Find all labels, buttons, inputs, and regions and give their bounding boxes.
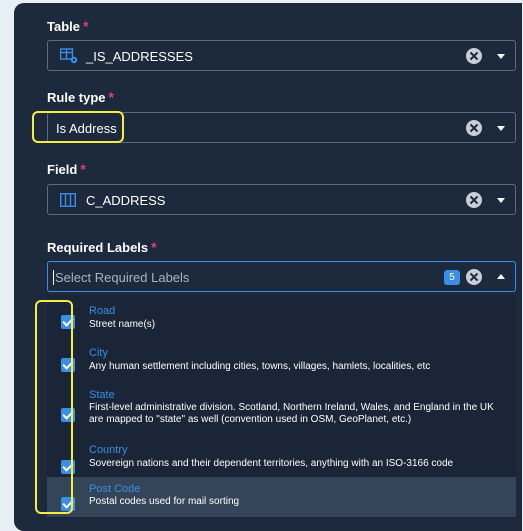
list-item[interactable]: Country Sovereign nations and their depe…: [47, 437, 516, 477]
highlight-box: [35, 300, 73, 514]
option-desc: Postal codes used for mail sorting: [89, 496, 240, 507]
required-marker: *: [151, 239, 157, 255]
chevron-down-icon[interactable]: [497, 126, 505, 131]
field-select[interactable]: C_ADDRESS: [47, 184, 516, 215]
option-title: State: [89, 389, 115, 401]
required-marker: *: [83, 18, 89, 34]
required-labels-placeholder: Select Required Labels: [55, 270, 190, 285]
chevron-down-icon[interactable]: [497, 54, 505, 59]
clear-icon[interactable]: [466, 120, 482, 136]
list-item[interactable]: State First-level administrative divisio…: [47, 377, 516, 437]
table-select[interactable]: _IS_ADDRESSES: [47, 40, 516, 71]
options-dropdown: Road Street name(s) City Any human settl…: [47, 295, 516, 518]
column-icon: [60, 193, 76, 207]
required-marker: *: [80, 161, 86, 177]
form-panel: Table * _IS_ADDRESSES Rule type * Is Addre…: [14, 3, 522, 531]
rule-type-label-text: Rule type: [47, 90, 106, 105]
option-title: Road: [89, 305, 116, 317]
option-desc: Sovereign nations and their dependent te…: [89, 458, 454, 469]
required-labels-select[interactable]: Select Required Labels 5: [47, 261, 516, 292]
table-label: Table *: [47, 18, 88, 34]
option-title: Post Code: [89, 483, 141, 495]
table-value: _IS_ADDRESSES: [86, 49, 193, 64]
table-label-text: Table: [47, 19, 80, 34]
option-desc: Any human settlement including cities, t…: [89, 361, 431, 372]
clear-icon[interactable]: [466, 192, 482, 208]
field-value: C_ADDRESS: [86, 193, 166, 208]
required-labels-label-text: Required Labels: [47, 240, 149, 255]
list-item[interactable]: Post Code Postal codes used for mail sor…: [47, 477, 516, 517]
option-title: Country: [89, 444, 128, 456]
required-marker: *: [108, 89, 114, 105]
list-item[interactable]: City Any human settlement including citi…: [47, 335, 516, 377]
clear-icon[interactable]: [466, 269, 482, 285]
required-labels-label: Required Labels *: [47, 239, 157, 255]
option-desc: Street name(s): [89, 319, 156, 330]
list-item[interactable]: Road Street name(s): [47, 295, 516, 335]
chevron-down-icon[interactable]: [497, 198, 505, 203]
chevron-up-icon[interactable]: [497, 274, 505, 279]
option-title: City: [89, 347, 108, 359]
text-cursor: [53, 270, 54, 285]
clear-icon[interactable]: [466, 48, 482, 64]
option-desc: First-level administrative division. Sco…: [89, 402, 494, 425]
table-icon: [60, 48, 78, 64]
highlight-box: [32, 111, 124, 143]
field-label: Field *: [47, 161, 86, 177]
field-label-text: Field: [47, 162, 78, 177]
rule-type-label: Rule type *: [47, 89, 114, 105]
selected-count-badge: 5: [444, 270, 460, 285]
